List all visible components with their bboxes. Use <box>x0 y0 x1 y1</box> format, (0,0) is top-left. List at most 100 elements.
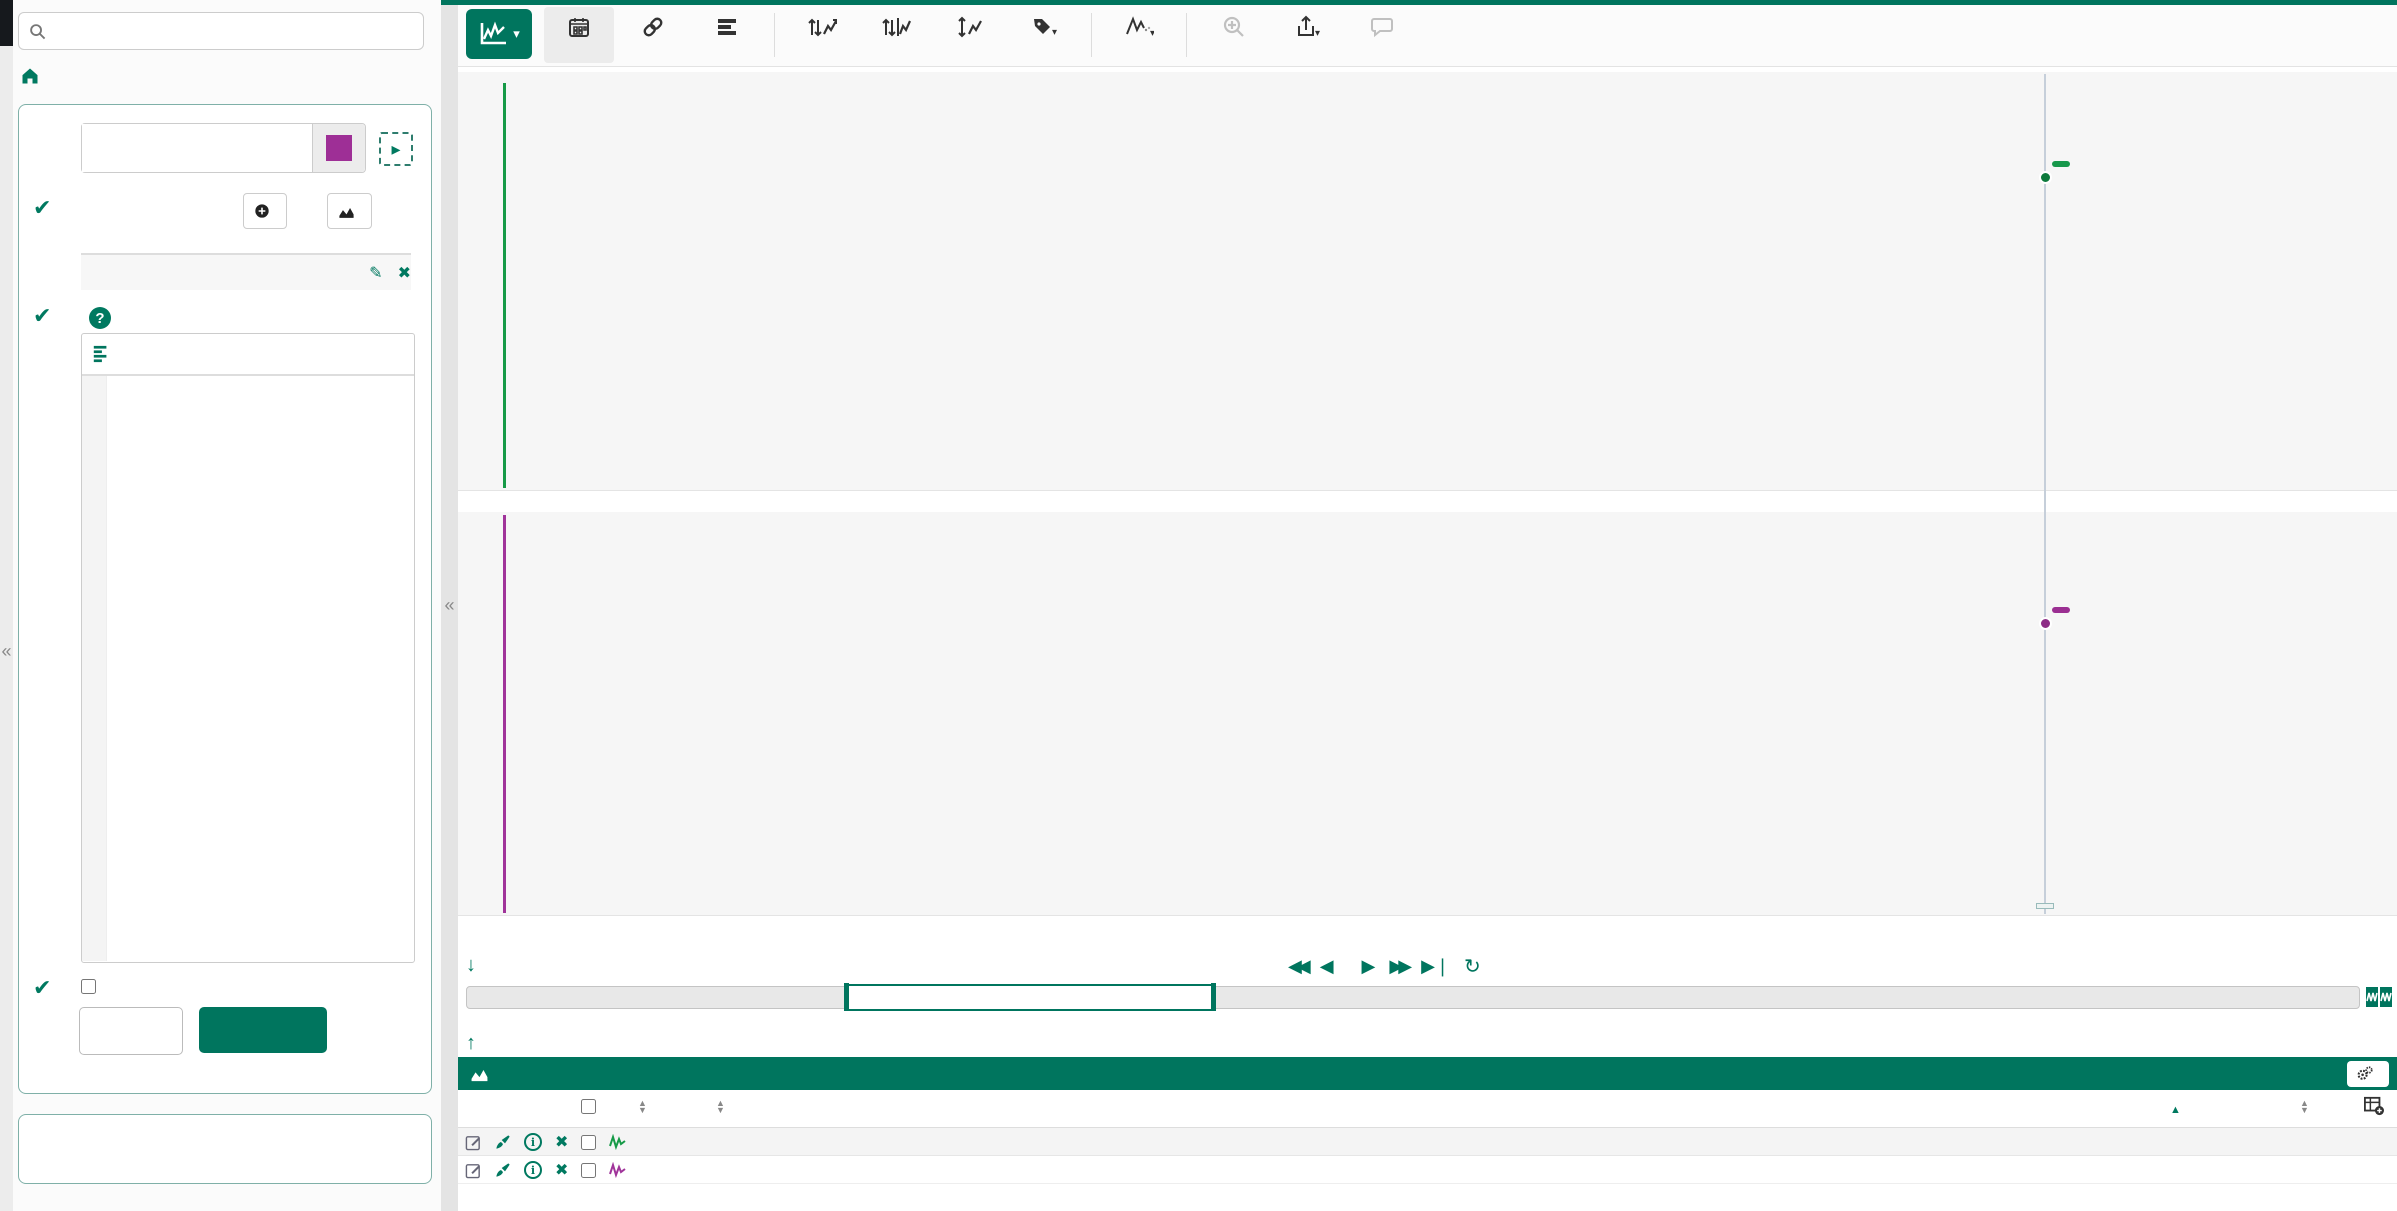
toolbar-separator <box>1091 13 1092 57</box>
collapse-left-handle[interactable]: « <box>0 641 13 662</box>
edit-icon[interactable] <box>465 1162 482 1179</box>
derived-data-panel[interactable] <box>18 1114 432 1184</box>
toolbar-capsule[interactable] <box>692 7 762 63</box>
remove-variable-icon[interactable]: ✖ <box>398 265 411 282</box>
step-back-fast-icon[interactable]: ◀◀ <box>1288 956 1306 977</box>
toolbar-separator <box>1186 13 1187 57</box>
select-all-checkbox[interactable] <box>581 1099 596 1114</box>
remove-icon[interactable]: ✖ <box>555 1132 568 1152</box>
tag-icon: ▾ <box>1031 11 1057 39</box>
formula-editor[interactable] <box>81 333 415 963</box>
arrow-down-icon[interactable]: ↓ <box>466 954 476 977</box>
formula-check: ✔ <box>33 303 51 329</box>
details-header-bar <box>458 1057 2397 1090</box>
customize-button[interactable] <box>2347 1061 2389 1087</box>
sort-icon[interactable]: ▲▼ <box>638 1100 647 1114</box>
toolbar-dimming[interactable]: ▾ <box>1104 7 1174 63</box>
select-all-checkbox-wrap <box>581 1099 596 1119</box>
area-chart-icon <box>338 204 355 219</box>
signal-color-swatch[interactable] <box>326 135 352 161</box>
step-forward-fast-icon[interactable]: ▶▶ <box>1389 956 1407 977</box>
edit-icon[interactable] <box>465 1134 482 1151</box>
arrow-up-icon[interactable]: ↑ <box>466 1032 476 1055</box>
details-row-highpass[interactable]: i ✖ <box>458 1156 2397 1184</box>
edit-variable-icon[interactable]: ✎ <box>369 265 382 282</box>
time-slider-selection[interactable] <box>844 984 1216 1011</box>
variables-check: ✔ <box>33 195 51 221</box>
details-chart-icon <box>470 1066 489 1082</box>
variable-details-button[interactable] <box>327 193 372 229</box>
remove-icon[interactable]: ✖ <box>555 1160 568 1180</box>
refresh-icon[interactable]: ↻ <box>1464 954 1481 979</box>
collapse-sidebar-handle[interactable]: « <box>443 595 456 616</box>
dimming-icon: ▾ <box>1124 11 1154 39</box>
zoom-icon <box>1222 11 1246 39</box>
tools-sidebar: ▸ ✔ <box>13 0 441 1211</box>
cursor-dot-highpass <box>2039 617 2052 630</box>
add-column-icon[interactable] <box>2363 1096 2385 1116</box>
editor-gutter <box>82 376 107 961</box>
signal-icon <box>609 1134 627 1150</box>
chain-icon <box>641 11 665 39</box>
tool-name-input[interactable] <box>82 124 312 172</box>
var-col-item <box>211 245 351 254</box>
spread-icon <box>957 11 983 39</box>
available-outside-checkbox[interactable] <box>81 979 96 994</box>
editor-lines-icon[interactable] <box>92 344 110 364</box>
signal-icon <box>609 1162 627 1178</box>
filter-tools-input[interactable] <box>54 20 413 43</box>
rocket-icon[interactable] <box>495 1162 511 1178</box>
toolbar-one-y-axis[interactable] <box>861 7 931 63</box>
toolbar-items: ▾ ▾ ▾ <box>544 7 1417 63</box>
editor-toolbar <box>82 334 414 376</box>
tool-name-group <box>81 123 366 173</box>
view-mode-dropdown[interactable]: ▾ <box>466 9 532 59</box>
sort-icon[interactable]: ▲▼ <box>716 1100 725 1114</box>
toolbar-calendar[interactable] <box>544 7 614 63</box>
rocket-icon[interactable] <box>495 1134 511 1150</box>
step-back-icon[interactable]: ◀ <box>1320 956 1334 977</box>
insert-into-journal-icon[interactable]: ▸ <box>379 132 413 166</box>
sort-icon[interactable]: ▲▼ <box>2300 1100 2309 1114</box>
toolbar-one-lane[interactable] <box>787 7 857 63</box>
chevron-down-icon: ▾ <box>513 26 520 42</box>
torque-waveform[interactable] <box>458 72 2397 490</box>
one-lane-icon <box>807 11 837 39</box>
annotate-icon <box>1370 11 1394 39</box>
home-icon[interactable] <box>20 66 40 86</box>
help-icon[interactable]: ? <box>89 307 111 329</box>
editor-body[interactable] <box>82 376 414 961</box>
investigate-start: ↑ <box>466 1032 484 1055</box>
var-name <box>81 254 211 290</box>
available-check: ✔ <box>33 975 51 1001</box>
svg-text:▾: ▾ <box>1052 27 1057 38</box>
cancel-button[interactable] <box>79 1007 183 1055</box>
auto-update-icon[interactable] <box>2366 985 2392 1009</box>
toolbar-chain[interactable] <box>618 7 688 63</box>
toolbar-export[interactable]: ▾ <box>1273 7 1343 63</box>
row-checkbox[interactable] <box>581 1163 596 1178</box>
var-item <box>211 254 351 290</box>
time-slider-track[interactable] <box>466 986 2360 1009</box>
calendar-icon <box>567 11 591 39</box>
variable-search-button[interactable] <box>243 193 287 229</box>
step-to-end-icon[interactable]: ▶❘ <box>1421 956 1450 977</box>
details-row-torque[interactable]: i ✖ <box>458 1128 2397 1156</box>
details-header-right <box>2333 1061 2389 1087</box>
slider-handle-left[interactable] <box>844 983 849 1010</box>
playback-controls: ◀◀ ◀ ▶ ▶▶ ▶❘ ↻ <box>1288 954 1481 979</box>
highpass-waveform[interactable] <box>458 512 2397 915</box>
step-forward-icon[interactable]: ▶ <box>1362 956 1376 977</box>
plus-circle-icon <box>254 203 270 219</box>
execute-button[interactable] <box>199 1007 327 1053</box>
details-table-header: ▲▼ ▲▼ ▲ ▲▼ <box>458 1090 2397 1128</box>
info-icon[interactable]: i <box>524 1161 542 1179</box>
color-swatch-addon[interactable] <box>312 124 365 172</box>
cursor-value-highpass <box>2052 607 2070 613</box>
info-icon[interactable]: i <box>524 1133 542 1151</box>
row-checkbox[interactable] <box>581 1135 596 1150</box>
lane-column-header[interactable]: ▲ <box>2170 1098 2181 1118</box>
slider-handle-right[interactable] <box>1211 983 1216 1010</box>
toolbar-labels[interactable]: ▾ <box>1009 7 1079 63</box>
toolbar-spread[interactable] <box>935 7 1005 63</box>
